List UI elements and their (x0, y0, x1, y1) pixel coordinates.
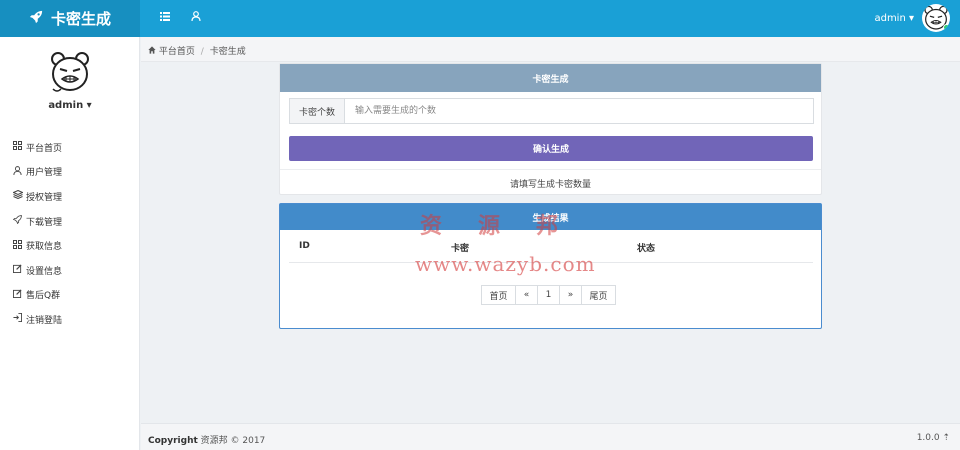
sidebar-item-license[interactable]: 授权管理 (11, 184, 63, 209)
sidebar-avatar[interactable] (47, 49, 93, 95)
grid-icon (12, 141, 23, 153)
online-status-dot (943, 24, 950, 31)
home-icon (148, 46, 159, 57)
sidebar-item-label: 获取信息 (26, 242, 63, 253)
divider (280, 169, 821, 170)
logout-icon (12, 313, 23, 325)
sidebar-item-label: 设置信息 (26, 266, 63, 277)
generate-panel-title: 卡密生成 (280, 64, 821, 92)
version-label[interactable]: 1.0.0 ⇡ (917, 433, 950, 443)
generate-panel: 卡密生成 卡密个数 确认生成 请填写生成卡密数量 (279, 63, 822, 195)
sidebar-item-label: 售后Q群 (26, 291, 61, 302)
sidebar-item-info[interactable]: 获取信息 (12, 233, 62, 258)
edit-icon (12, 264, 23, 276)
sidebar-item-label: 授权管理 (26, 192, 63, 203)
sidebar-item-label: 下载管理 (26, 217, 63, 228)
watermark-text: 资源邦 (420, 213, 595, 239)
top-navbar: 卡密生成 admin ▾ (0, 0, 960, 37)
app-title: 卡密生成 (50, 10, 111, 28)
count-label: 卡密个数 (290, 99, 345, 123)
sidebar-item-home[interactable]: 平台首页 (12, 135, 62, 160)
next-page-button[interactable]: » (559, 285, 582, 305)
watermark-url: www.wazyb.com (415, 252, 596, 276)
breadcrumb-separator: / (200, 47, 204, 57)
sidebar-item-users[interactable]: 用户管理 (12, 160, 62, 185)
sidebar-item-label: 注销登陆 (26, 315, 63, 326)
app-brand[interactable]: 卡密生成 (0, 0, 140, 37)
edit-icon (12, 289, 23, 301)
sidebar-item-label: 用户管理 (26, 168, 63, 179)
sidebar-item-support-group[interactable]: 售后Q群 (12, 283, 62, 308)
breadcrumb-home-link[interactable]: 平台首页 (159, 47, 195, 57)
sidebar-item-downloads[interactable]: 下载管理 (12, 209, 62, 234)
prev-page-button[interactable]: « (515, 285, 538, 305)
user-profile-icon[interactable] (191, 11, 201, 24)
confirm-generate-button[interactable]: 确认生成 (289, 136, 813, 161)
top-username-dropdown[interactable]: admin ▾ (874, 13, 914, 24)
footer-copyright: Copyright 资源邦 © 2017 (148, 433, 265, 446)
first-page-button[interactable]: 首页 (481, 285, 516, 305)
copyright-text: 资源邦 © 2017 (197, 436, 266, 446)
sidebar-item-settings[interactable]: 设置信息 (12, 258, 62, 283)
grid-icon (12, 239, 23, 252)
sidebar-nav: 平台首页 用户管理 授权管理 下载管理 获取信息 设置信息 售后Q群 注销登陆 (11, 135, 63, 332)
count-input-group: 卡密个数 (289, 98, 814, 124)
rocket-icon (12, 215, 23, 227)
page-1-button[interactable]: 1 (537, 285, 560, 305)
layers-icon (11, 190, 24, 202)
hint-text: 请填写生成卡密数量 (509, 180, 591, 190)
footer: Copyright 资源邦 © 2017 1.0.0 ⇡ (141, 423, 960, 450)
sidebar-username-dropdown[interactable]: admin ▾ (0, 100, 140, 111)
rocket-icon (29, 10, 43, 28)
breadcrumb: 平台首页 / 卡密生成 (141, 37, 960, 62)
count-input[interactable] (345, 99, 813, 123)
user-icon (12, 166, 23, 178)
copyright-label: Copyright (148, 436, 198, 446)
avatar[interactable] (922, 4, 950, 32)
sidebar: admin ▾ 平台首页 用户管理 授权管理 下载管理 获取信息 设置信息 售后… (0, 37, 140, 450)
sidebar-item-logout[interactable]: 注销登陆 (12, 307, 62, 332)
column-header-status[interactable]: 状态 (627, 241, 813, 262)
breadcrumb-current: 卡密生成 (209, 47, 246, 57)
last-page-button[interactable]: 尾页 (581, 285, 616, 305)
menu-toggle-icon[interactable] (160, 11, 170, 24)
pagination: 首页 « 1 » 尾页 (481, 285, 616, 305)
sidebar-item-label: 平台首页 (26, 143, 63, 154)
